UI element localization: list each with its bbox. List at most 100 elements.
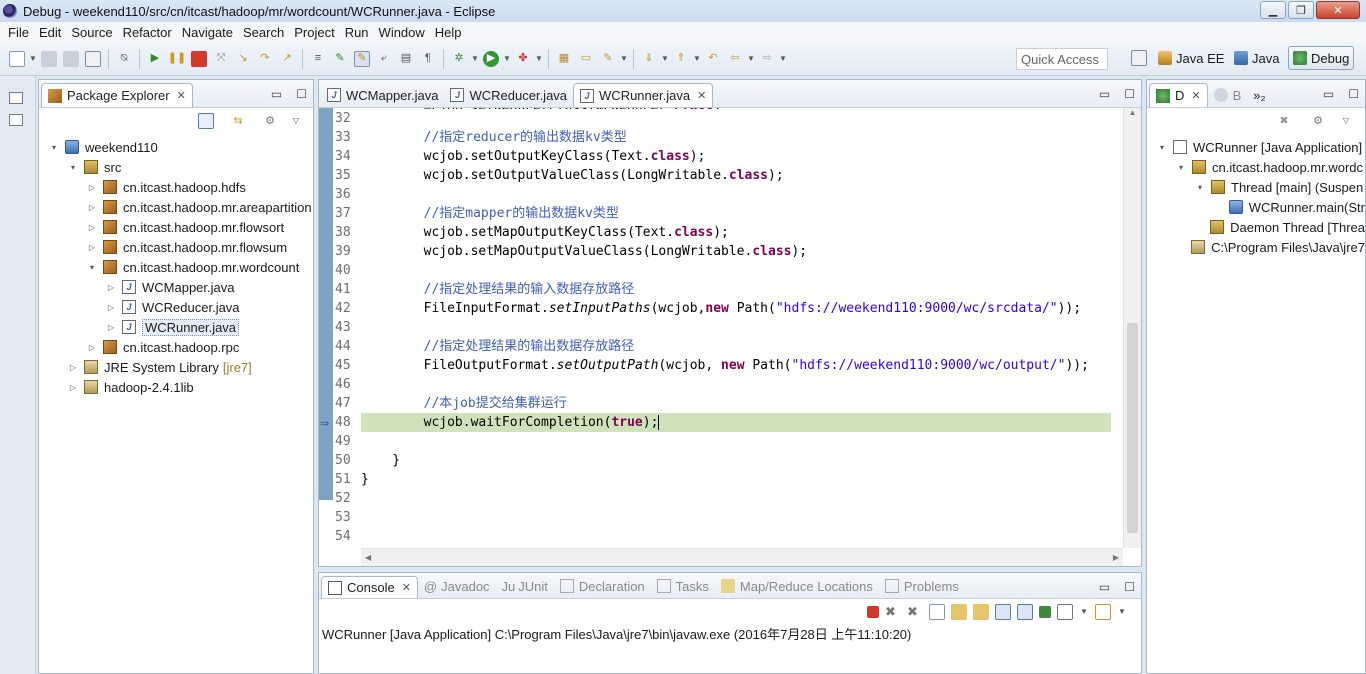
scrollbar-thumb[interactable] xyxy=(1127,323,1138,533)
maximize-view-icon[interactable]: ☐ xyxy=(1124,580,1135,594)
tab-package-explorer[interactable]: Package Explorer ✕ xyxy=(41,83,193,107)
tree-item[interactable]: ▷ hadoop-2.4.1lib xyxy=(39,377,313,397)
print-icon[interactable] xyxy=(85,50,101,67)
perspective-java-ee[interactable]: Java EE xyxy=(1158,46,1224,70)
disconnect-icon[interactable]: ⤧ xyxy=(213,51,229,67)
tree-item[interactable]: ▷ cn.itcast.hadoop.rpc xyxy=(39,337,313,357)
tab-wcreducer[interactable]: J WCReducer.java xyxy=(444,83,573,107)
menu-help[interactable]: Help xyxy=(430,25,467,40)
chevron-down-icon[interactable]: ▼ xyxy=(29,51,37,67)
perspective-java[interactable]: Java xyxy=(1234,46,1279,70)
expand-arrow-open-icon[interactable]: ▾ xyxy=(68,163,78,172)
tree-item[interactable]: ▷ cn.itcast.hadoop.mr.flowsum xyxy=(39,237,313,257)
tree-item[interactable]: ▾ WCRunner [Java Application] xyxy=(1147,137,1365,157)
chevron-down-icon[interactable]: ▼ xyxy=(503,51,511,67)
tab-problems[interactable]: Problems xyxy=(879,574,965,598)
scroll-right-icon[interactable]: ▶ xyxy=(1113,553,1119,562)
menu-navigate[interactable]: Navigate xyxy=(177,25,238,40)
expand-arrow-open-icon[interactable]: ▾ xyxy=(87,263,97,272)
remove-all-terminated-icon[interactable]: ✖ xyxy=(907,604,923,620)
editor-vertical-scrollbar[interactable]: ▲ xyxy=(1123,108,1141,548)
tab-declaration[interactable]: Declaration xyxy=(554,574,651,598)
expand-arrow-closed-icon[interactable]: ▷ xyxy=(87,183,97,192)
chevron-down-icon[interactable]: ▼ xyxy=(1118,604,1126,620)
step-over-icon[interactable]: ↷ xyxy=(257,51,273,67)
new-java-package-icon[interactable]: ▦ xyxy=(556,51,572,67)
tree-item[interactable]: ▾ cn.itcast.hadoop.mr.wordcount xyxy=(39,257,313,277)
close-icon[interactable]: ✕ xyxy=(402,581,411,594)
show-console-on-stdout-icon[interactable] xyxy=(995,604,1011,620)
open-console-icon[interactable] xyxy=(1095,604,1111,620)
menu-run[interactable]: Run xyxy=(340,25,374,40)
expand-arrow-closed-icon[interactable]: ▷ xyxy=(87,343,97,352)
tree-item[interactable]: ▾ weekend110 xyxy=(39,137,313,157)
new-icon[interactable] xyxy=(9,50,25,67)
open-type-icon[interactable]: ▭ xyxy=(578,51,594,67)
maximize-button[interactable]: ❐ xyxy=(1288,1,1314,19)
tree-item[interactable]: ▷ cn.itcast.hadoop.mr.flowsort xyxy=(39,217,313,237)
scroll-up-icon[interactable]: ▲ xyxy=(1124,108,1141,117)
link-with-editor-icon[interactable]: ⇆ xyxy=(230,113,246,129)
expand-arrow-open-icon[interactable]: ▾ xyxy=(49,143,59,152)
last-edit-location-icon[interactable]: ↶ xyxy=(705,51,721,67)
back-icon[interactable]: ⇦ xyxy=(727,51,743,67)
close-icon[interactable]: ✕ xyxy=(697,89,706,102)
expand-arrow-closed-icon[interactable]: ▷ xyxy=(87,223,97,232)
tree-item[interactable]: ▾ src xyxy=(39,157,313,177)
tab-junit[interactable]: Ju JUnit xyxy=(496,574,554,598)
remove-launch-icon[interactable]: ✖ xyxy=(885,604,901,620)
minimize-button[interactable]: ▁ xyxy=(1260,1,1286,19)
step-into-icon[interactable]: ↘ xyxy=(235,51,251,67)
save-icon[interactable] xyxy=(41,50,57,67)
tab-map-reduce-locations[interactable]: Map/Reduce Locations xyxy=(715,574,879,598)
quick-access-input[interactable]: Quick Access xyxy=(1016,48,1108,70)
tree-item[interactable]: C:\Program Files\Java\jre7 xyxy=(1147,237,1365,257)
expand-arrow-closed-icon[interactable]: ▷ xyxy=(106,323,116,332)
minimize-view-icon[interactable]: ▭ xyxy=(271,87,282,101)
menu-search[interactable]: Search xyxy=(238,25,289,40)
open-perspective-icon[interactable] xyxy=(1131,50,1147,66)
pilcrow-icon[interactable]: ¶ xyxy=(420,51,436,67)
resume-icon[interactable]: ▶ xyxy=(147,51,163,67)
tree-item[interactable]: ▷ cn.itcast.hadoop.hdfs xyxy=(39,177,313,197)
tree-item[interactable]: Daemon Thread [Threa xyxy=(1147,217,1365,237)
drop-to-frame-icon[interactable]: ≡ xyxy=(310,51,326,67)
chevron-down-icon[interactable]: ▼ xyxy=(693,51,701,67)
terminate-icon[interactable] xyxy=(867,606,879,618)
run-icon[interactable]: ▶ xyxy=(483,50,499,67)
expand-arrow-closed-icon[interactable]: ▷ xyxy=(68,383,78,392)
save-all-icon[interactable] xyxy=(63,50,79,67)
forward-icon[interactable]: ⇨ xyxy=(759,51,775,67)
tree-item[interactable]: ▾ Thread [main] (Suspen xyxy=(1147,177,1365,197)
maximize-view-icon[interactable]: ☐ xyxy=(1124,87,1135,101)
tree-item[interactable]: ▷ J WCReducer.java xyxy=(39,297,313,317)
chevron-down-icon[interactable]: ▼ xyxy=(1080,604,1088,620)
terminate-icon[interactable] xyxy=(191,50,207,67)
collapse-all-icon[interactable] xyxy=(198,113,214,129)
scroll-left-icon[interactable]: ◀ xyxy=(365,553,371,562)
tab-breakpoints[interactable]: B xyxy=(1208,83,1248,107)
tab-debug[interactable]: D ✕ xyxy=(1149,83,1208,107)
next-annotation-icon[interactable]: ⇓ xyxy=(641,51,657,67)
expand-arrow-closed-icon[interactable]: ▷ xyxy=(87,203,97,212)
expand-arrow-closed-icon[interactable]: ▷ xyxy=(87,243,97,252)
view-menu-chevron-icon[interactable]: ▽ xyxy=(1342,113,1350,129)
restore-icon[interactable] xyxy=(9,92,23,104)
tab-javadoc[interactable]: @ Javadoc xyxy=(418,574,496,598)
external-tools-icon[interactable]: ✤ xyxy=(515,51,531,67)
clear-console-icon[interactable] xyxy=(929,604,945,620)
close-window-button[interactable]: ✕ xyxy=(1316,1,1360,19)
chevron-down-icon[interactable]: ▼ xyxy=(471,51,479,67)
pin-console-icon[interactable] xyxy=(1039,606,1051,618)
code-editor[interactable]: ⇒ 32 33 34 35 36 37 38 39 40 41 42 43 44 45 46 47 48 49 50… xyxy=(319,108,1141,566)
chevron-down-icon[interactable]: ▼ xyxy=(747,51,755,67)
chevron-down-icon[interactable]: ▼ xyxy=(535,51,543,67)
block-selection-icon[interactable]: ▤ xyxy=(398,51,414,67)
close-icon[interactable]: ✕ xyxy=(1191,89,1200,102)
tree-item[interactable]: ▷ cn.itcast.hadoop.mr.areapartition xyxy=(39,197,313,217)
minimize-view-icon[interactable]: ▭ xyxy=(1099,87,1110,101)
menu-project[interactable]: Project xyxy=(289,25,339,40)
show-console-on-stderr-icon[interactable] xyxy=(1017,604,1033,620)
open-task-icon[interactable]: ✎ xyxy=(600,51,616,67)
chevron-down-icon[interactable]: ▼ xyxy=(661,51,669,67)
